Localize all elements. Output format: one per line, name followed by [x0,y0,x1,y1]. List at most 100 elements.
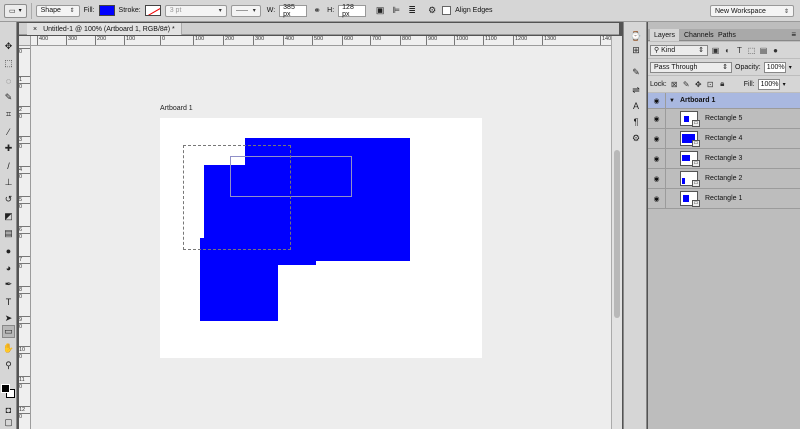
ruler-tick: 1 [19,76,30,83]
ruler-tick: 100 [193,36,204,45]
artboard[interactable] [160,118,482,358]
character-panel-icon[interactable]: A [630,100,642,112]
ruler-tick: 0 [19,48,30,55]
eraser-tool-icon[interactable]: ◩ [2,210,15,223]
stroke-width-select[interactable]: 3 pt ▾ [164,4,227,17]
ruler-tick: 140 [600,36,611,45]
adjustment-filter-icon[interactable]: ◐ [723,46,732,55]
tab-layers[interactable]: Layers [650,29,680,41]
fill-color-swatch[interactable] [98,5,115,16]
history-panel-icon[interactable]: ⌚ [630,30,642,42]
zoom-tool-icon[interactable]: ⚲ [2,359,15,372]
layer-row[interactable]: ◉ ▭ Rectangle 5 [648,109,800,129]
hand-tool-icon[interactable]: ✋ [2,342,15,355]
rectangle-shape[interactable] [200,263,278,321]
close-icon[interactable]: × [33,26,37,33]
dodge-tool-icon[interactable]: ◕ [2,261,15,274]
adjustments-panel-icon[interactable]: ⇌ [630,84,642,96]
tool-preset-picker[interactable]: ▭ ▾ [4,3,27,18]
lock-transparency-icon[interactable]: ⊠ [670,80,679,89]
fill-label: Fill: [743,80,755,88]
selection-bounding-box[interactable] [183,145,291,250]
visibility-eye-icon[interactable]: ◉ [648,189,666,208]
fill-dropdown-icon[interactable]: ▾ [783,81,786,88]
ruler-tick: 300 [253,36,264,45]
gear-icon[interactable]: ⚙ [426,5,438,16]
visibility-eye-icon[interactable]: ◉ [648,169,666,188]
foreground-color-swatch[interactable] [1,384,10,393]
history-brush-tool-icon[interactable]: ↺ [2,193,15,206]
width-input[interactable]: 385 px [279,4,308,18]
brush-tool-icon[interactable]: / [2,159,15,172]
path-operations-icon[interactable]: ▣ [374,5,386,16]
ruler-corner[interactable] [19,36,31,46]
lock-all-icon[interactable]: 🔒︎ [718,79,727,89]
visibility-eye-icon[interactable]: ◉ [648,93,666,108]
shape-filter-icon[interactable]: ⬚ [747,46,756,55]
document-tab-bar: × Untitled-1 @ 100% (Artboard 1, RGB/8#)… [19,23,619,35]
blend-mode-select[interactable]: Pass Through ⇕ [650,61,732,73]
align-edges-checkbox[interactable] [442,6,452,15]
lock-artboard-icon[interactable]: ⊡ [706,80,715,89]
path-arrangement-icon[interactable]: ≣ [406,5,418,16]
tab-channels[interactable]: Channels [680,29,718,41]
path-alignment-icon[interactable]: ⊫ [390,5,402,16]
paragraph-panel-icon[interactable]: ¶ [630,116,642,128]
brush-presets-icon[interactable]: ✎ [630,66,642,78]
layer-row[interactable]: ◉ ▭ Rectangle 3 [648,149,800,169]
move-tool-icon[interactable]: ✥ [2,40,15,53]
eyedropper-tool-icon[interactable]: ⁄ [2,125,15,138]
height-input[interactable]: 128 px [338,4,367,18]
document-canvas[interactable]: Artboard 1 [31,46,611,429]
properties-panel-icon[interactable]: ⚙ [630,132,642,144]
rectangle-tool-icon[interactable]: ▭ [2,325,15,338]
panel-menu-icon[interactable]: ≡ [791,30,796,39]
visibility-eye-icon[interactable]: ◉ [648,129,666,148]
chevron-down-icon[interactable]: ▼ [669,98,675,104]
document-tab[interactable]: × Untitled-1 @ 100% (Artboard 1, RGB/8#)… [27,23,182,35]
crop-tool-icon[interactable]: ⌗ [2,108,15,121]
quick-selection-tool-icon[interactable]: ✎ [2,91,15,104]
type-filter-icon[interactable]: T [735,46,744,55]
layer-row[interactable]: ◉ ▭ Rectangle 2 [648,169,800,189]
ruler-tick: 6 [19,226,30,233]
gradient-tool-icon[interactable]: ▤ [2,227,15,240]
visibility-eye-icon[interactable]: ◉ [648,109,666,128]
pen-tool-icon[interactable]: ✒ [2,278,15,291]
layer-row[interactable]: ◉ ▭ Rectangle 4 [648,129,800,149]
swatches-panel-icon[interactable]: ⊞ [630,44,642,56]
healing-brush-tool-icon[interactable]: ✚ [2,142,15,155]
ruler-top[interactable]: 400 300 200 100 0 100 200 300 400 500 60… [31,36,611,46]
vertical-scrollbar[interactable] [611,36,622,429]
visibility-eye-icon[interactable]: ◉ [648,149,666,168]
artboard-label[interactable]: Artboard 1 [160,105,193,112]
screen-mode-icon[interactable]: ▢ [2,416,15,429]
stroke-color-swatch[interactable] [144,5,161,16]
kind-filter-select[interactable]: ⚲ Kind ⇕ [650,44,708,56]
stroke-type-select[interactable]: ▾ [230,4,261,17]
path-selection-tool-icon[interactable]: ➤ [2,312,15,325]
quick-mask-icon[interactable]: ◘ [2,403,15,416]
opacity-dropdown-icon[interactable]: ▾ [789,64,792,71]
tool-mode-select[interactable]: Shape ⇕ [35,4,80,17]
pixel-filter-icon[interactable]: ▣ [711,46,720,55]
scrollbar-thumb[interactable] [614,150,620,318]
clone-stamp-tool-icon[interactable]: ⊥ [2,176,15,189]
marquee-tool-icon[interactable]: ⬚ [2,57,15,70]
filter-toggle-icon[interactable]: ● [771,46,780,55]
lock-position-icon[interactable]: ✥ [694,80,703,89]
opacity-input[interactable]: 100% [763,61,786,73]
ruler-left[interactable]: 0 1 0 2 0 3 0 4 0 5 0 6 0 7 0 8 0 9 0 10… [19,46,31,429]
layer-row[interactable]: ◉ ▭ Rectangle 1 [648,189,800,209]
blur-tool-icon[interactable]: ● [2,244,15,257]
link-icon[interactable]: ⚭ [311,5,323,16]
tool-mode-value: Shape [40,7,61,14]
workspace-select[interactable]: New Workspace ⇕ [710,5,794,17]
lasso-tool-icon[interactable]: ◌ [2,74,15,87]
tab-paths[interactable]: Paths [714,29,740,41]
fill-input[interactable]: 100% [757,78,780,90]
smart-object-filter-icon[interactable]: ▤ [759,46,768,55]
lock-pixels-icon[interactable]: ✎ [682,80,691,89]
layer-group-row[interactable]: ◉ ▼ Artboard 1 [648,93,800,109]
type-tool-icon[interactable]: T [2,295,15,308]
